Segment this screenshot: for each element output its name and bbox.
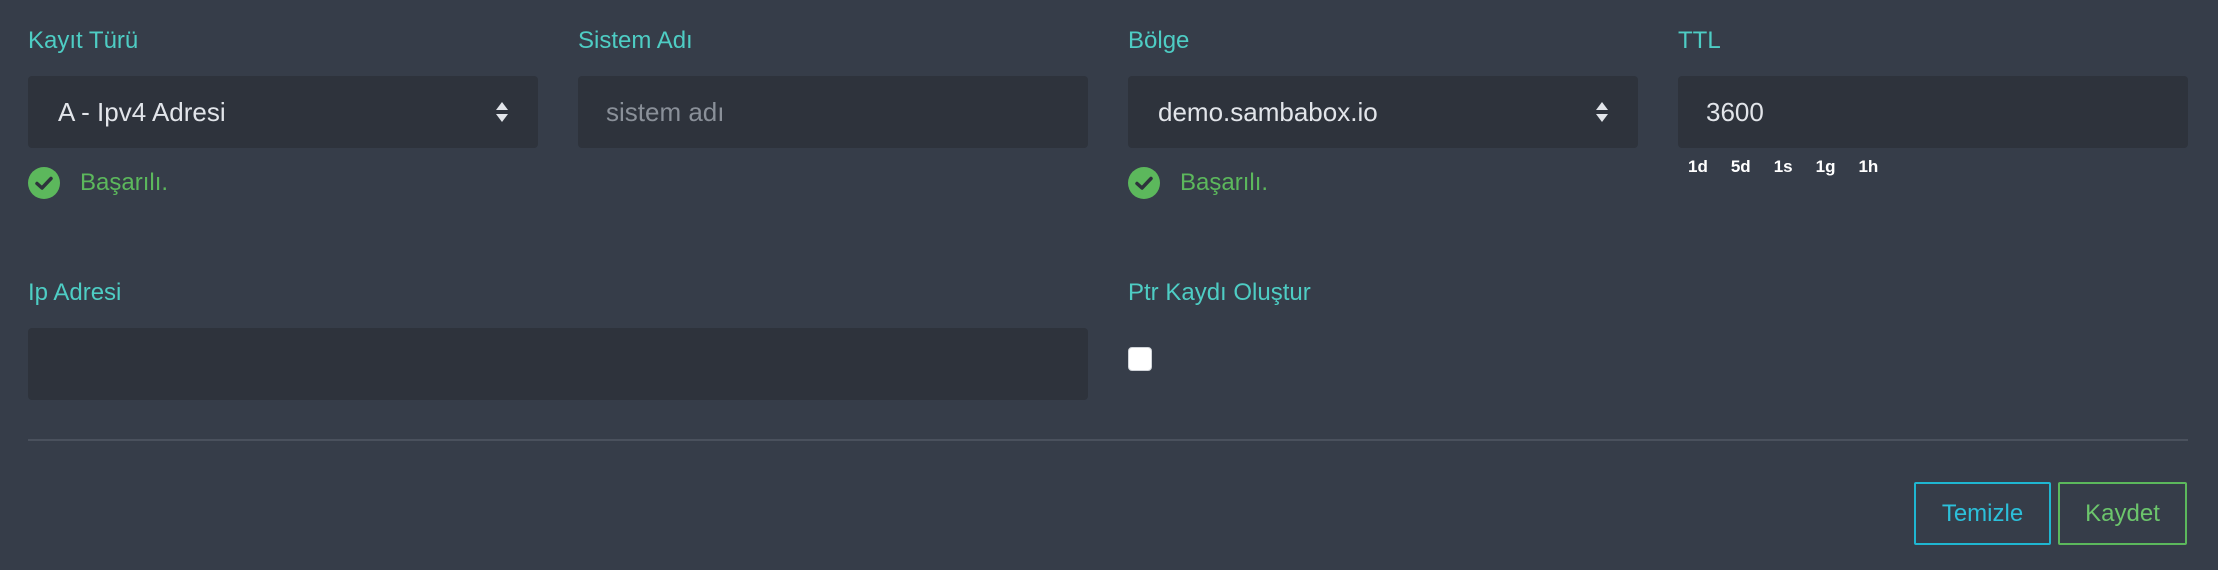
- ip-address-field: [28, 328, 1088, 400]
- record-type-label: Kayıt Türü: [28, 27, 139, 54]
- system-name-label: Sistem Adı: [578, 27, 693, 54]
- ttl-field: [1678, 76, 2188, 148]
- system-name-field: [578, 76, 1088, 148]
- ttl-preset-1s[interactable]: 1s: [1774, 157, 1793, 177]
- record-type-status-text: Başarılı.: [80, 169, 169, 196]
- record-type-status: Başarılı.: [28, 167, 168, 199]
- ttl-label: TTL: [1678, 27, 1721, 54]
- record-type-value: A - Ipv4 Adresi: [58, 96, 226, 127]
- zone-status-text: Başarılı.: [1180, 169, 1269, 196]
- ptr-checkbox[interactable]: [1128, 347, 1152, 371]
- ip-address-input[interactable]: [56, 348, 1088, 380]
- ttl-input[interactable]: [1706, 96, 2188, 128]
- dns-record-form: Kayıt Türü A - Ipv4 Adresi Başarılı. Sis…: [0, 0, 2218, 570]
- ttl-preset-1d[interactable]: 1d: [1688, 157, 1708, 177]
- check-circle-icon: [1128, 167, 1160, 199]
- clear-button[interactable]: Temizle: [1914, 482, 2051, 545]
- system-name-input[interactable]: [606, 96, 1088, 128]
- zone-status: Başarılı.: [1128, 167, 1268, 199]
- ptr-label: Ptr Kaydı Oluştur: [1128, 279, 1311, 306]
- save-button[interactable]: Kaydet: [2058, 482, 2187, 545]
- ttl-preset-1h[interactable]: 1h: [1858, 157, 1878, 177]
- sort-arrows-icon: [1596, 102, 1608, 122]
- ip-address-label: Ip Adresi: [28, 279, 122, 306]
- check-circle-icon: [28, 167, 60, 199]
- zone-select[interactable]: demo.sambabox.io: [1128, 76, 1638, 148]
- form-divider: [28, 439, 2188, 441]
- record-type-select[interactable]: A - Ipv4 Adresi: [28, 76, 538, 148]
- zone-label: Bölge: [1128, 27, 1190, 54]
- sort-arrows-icon: [496, 102, 508, 122]
- ttl-preset-1g[interactable]: 1g: [1816, 157, 1836, 177]
- ttl-presets: 1d 5d 1s 1g 1h: [1688, 157, 1901, 177]
- ttl-preset-5d[interactable]: 5d: [1731, 157, 1751, 177]
- zone-value: demo.sambabox.io: [1158, 96, 1378, 127]
